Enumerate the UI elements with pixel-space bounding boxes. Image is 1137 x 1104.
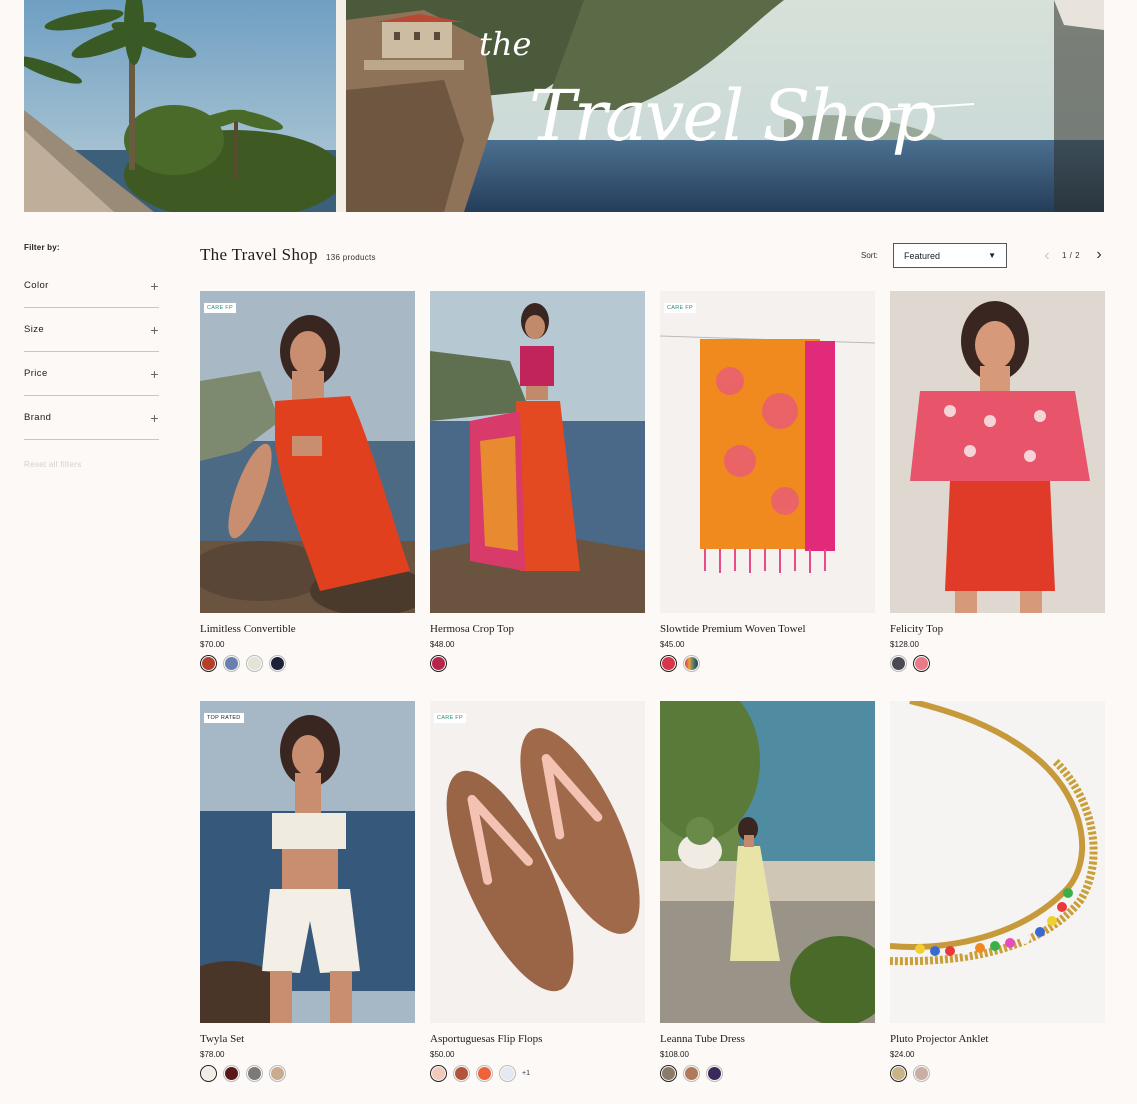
color-swatches	[200, 1065, 415, 1082]
product-price: $108.00	[660, 1050, 689, 1059]
product-image[interactable]	[660, 701, 875, 1023]
plus-icon: +	[150, 321, 159, 338]
care-fp-badge: CARE FP	[204, 303, 236, 313]
color-swatch[interactable]	[269, 1065, 286, 1082]
hero-image	[24, 0, 1104, 212]
filter-size[interactable]: Size +	[24, 308, 159, 352]
product-image[interactable]: CARE FP	[200, 291, 415, 613]
pagination-indicator: 1 / 2	[1062, 251, 1081, 260]
product-image[interactable]: CARE FP	[430, 701, 645, 1023]
product-card[interactable]: CARE FP Limitless Convertible $70.00	[200, 291, 415, 672]
filter-by-label: Filter by:	[24, 243, 60, 252]
color-swatch[interactable]	[660, 655, 677, 672]
color-swatches: +1	[430, 1065, 645, 1082]
product-price: $128.00	[890, 640, 919, 649]
color-swatch[interactable]	[890, 1065, 907, 1082]
page: the Travel Shop Filter by: Color + Size …	[0, 0, 1137, 1104]
more-colors-count[interactable]: +1	[522, 1070, 530, 1077]
product-name[interactable]: Asportuguesas Flip Flops	[430, 1033, 645, 1045]
color-swatches	[660, 655, 875, 672]
color-swatch[interactable]	[430, 1065, 447, 1082]
filter-sidebar: Filter by: Color + Size + Price + Brand …	[24, 243, 159, 469]
chevron-left-icon[interactable]: ‹	[1041, 246, 1053, 266]
color-swatch[interactable]	[269, 655, 286, 672]
sort-label: Sort:	[861, 251, 878, 260]
color-swatch[interactable]	[660, 1065, 677, 1082]
product-image[interactable]	[430, 291, 645, 613]
color-swatches	[890, 655, 1105, 672]
product-price: $48.00	[430, 640, 455, 649]
product-price: $24.00	[890, 1050, 915, 1059]
color-swatches	[890, 1065, 1105, 1082]
product-card[interactable]: Pluto Projector Anklet $24.00	[890, 701, 1105, 1082]
product-image[interactable]	[890, 291, 1105, 613]
plus-icon: +	[150, 277, 159, 294]
filter-color[interactable]: Color +	[24, 264, 159, 308]
color-swatch[interactable]	[246, 655, 263, 672]
color-swatch[interactable]	[913, 655, 930, 672]
color-swatches	[660, 1065, 875, 1082]
filter-brand-label: Brand	[24, 412, 52, 423]
product-price: $78.00	[200, 1050, 225, 1059]
care-fp-badge: CARE FP	[664, 303, 696, 313]
color-swatch[interactable]	[499, 1065, 516, 1082]
product-name[interactable]: Twyla Set	[200, 1033, 415, 1045]
product-price: $50.00	[430, 1050, 455, 1059]
product-image[interactable]: CARE FP	[660, 291, 875, 613]
reset-filters-link[interactable]: Reset all filters	[24, 460, 159, 469]
color-swatch[interactable]	[430, 655, 447, 672]
product-name[interactable]: Leanna Tube Dress	[660, 1033, 875, 1045]
top-rated-badge: TOP RATED	[204, 713, 244, 723]
color-swatch[interactable]	[683, 1065, 700, 1082]
product-card[interactable]: Leanna Tube Dress $108.00	[660, 701, 875, 1082]
color-swatch[interactable]	[706, 1065, 723, 1082]
product-card[interactable]: CARE FP Slowtide Premium Woven Towel $45…	[660, 291, 875, 672]
product-count: 136 products	[326, 253, 376, 262]
product-card[interactable]: CARE FP Asportuguesas Flip Flops $50.00 …	[430, 701, 645, 1082]
filter-price[interactable]: Price +	[24, 352, 159, 396]
product-card[interactable]: Hermosa Crop Top $48.00	[430, 291, 645, 672]
color-swatch[interactable]	[453, 1065, 470, 1082]
hero-banner[interactable]: the Travel Shop	[24, 0, 1104, 212]
product-name[interactable]: Felicity Top	[890, 623, 1105, 635]
sort-selected-value: Featured	[904, 250, 941, 261]
product-card[interactable]: Felicity Top $128.00	[890, 291, 1105, 672]
color-swatches	[200, 655, 415, 672]
care-fp-badge: CARE FP	[434, 713, 466, 723]
color-swatch[interactable]	[476, 1065, 493, 1082]
product-image[interactable]: TOP RATED	[200, 701, 415, 1023]
caret-down-icon: ▼	[988, 251, 996, 260]
color-swatch[interactable]	[890, 655, 907, 672]
page-title: The Travel Shop	[200, 245, 318, 264]
filter-brand[interactable]: Brand +	[24, 396, 159, 440]
filter-color-label: Color	[24, 280, 49, 291]
color-swatch[interactable]	[200, 655, 217, 672]
color-swatch[interactable]	[246, 1065, 263, 1082]
color-swatch[interactable]	[200, 1065, 217, 1082]
color-swatch[interactable]	[913, 1065, 930, 1082]
color-swatch[interactable]	[223, 1065, 240, 1082]
product-card[interactable]: TOP RATED Twyla Set $78.00	[200, 701, 415, 1082]
color-swatches	[430, 655, 645, 672]
product-name[interactable]: Limitless Convertible	[200, 623, 415, 635]
product-image[interactable]	[890, 701, 1105, 1023]
product-name[interactable]: Pluto Projector Anklet	[890, 1033, 1105, 1045]
plus-icon: +	[150, 365, 159, 382]
sort-select[interactable]: Featured ▼	[893, 243, 1007, 268]
plus-icon: +	[150, 409, 159, 426]
product-name[interactable]: Slowtide Premium Woven Towel	[660, 623, 875, 635]
product-price: $45.00	[660, 640, 685, 649]
listing-header: The Travel Shop 136 products Sort: Featu…	[200, 241, 1104, 271]
color-swatch[interactable]	[223, 655, 240, 672]
chevron-right-icon[interactable]: ›	[1092, 245, 1106, 265]
color-swatch[interactable]	[683, 655, 700, 672]
filter-price-label: Price	[24, 368, 48, 379]
product-name[interactable]: Hermosa Crop Top	[430, 623, 645, 635]
product-price: $70.00	[200, 640, 225, 649]
filter-size-label: Size	[24, 324, 45, 335]
